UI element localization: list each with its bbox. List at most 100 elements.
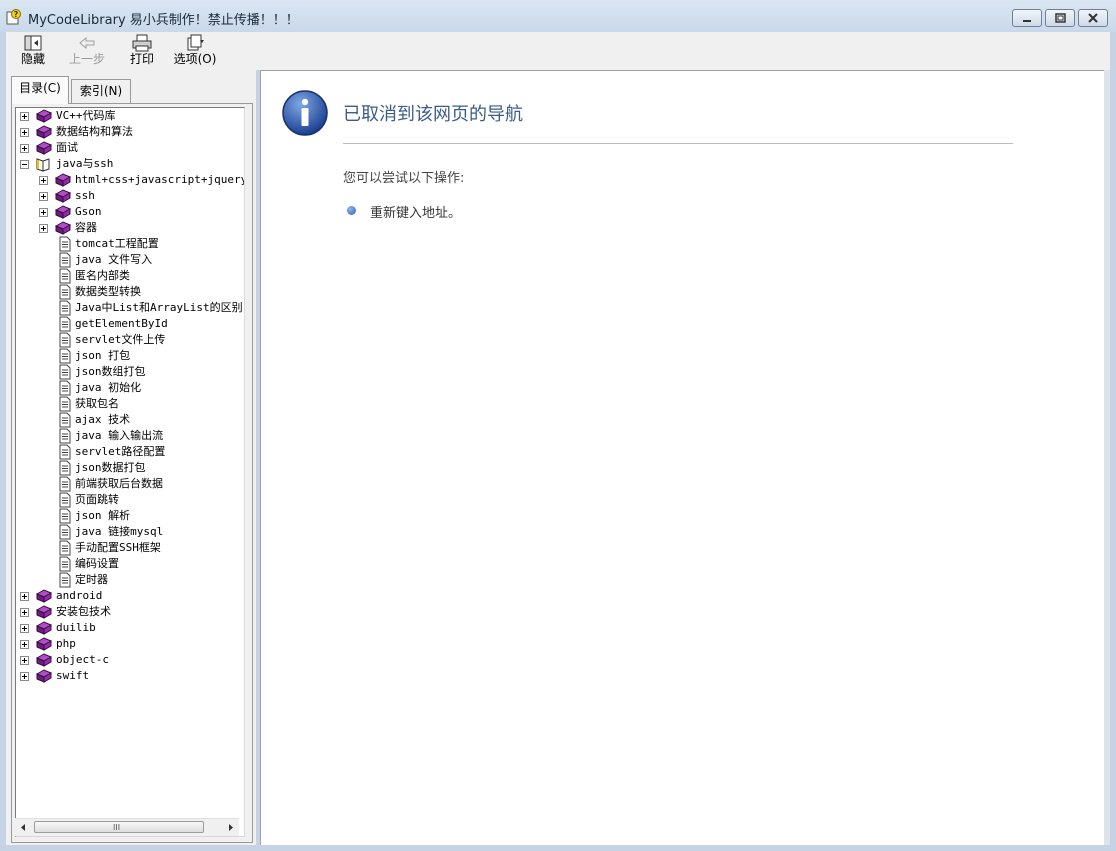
minimize-icon <box>1023 20 1031 22</box>
tree-item-label: java 初始化 <box>75 381 142 394</box>
page-icon <box>59 524 71 540</box>
book-closed-icon <box>35 589 53 603</box>
page-icon <box>59 428 71 444</box>
book-closed-icon <box>35 621 53 635</box>
tree-item-label: 面试 <box>56 141 78 154</box>
page-title: 已取消到该网页的导航 <box>343 104 523 125</box>
expand-icon[interactable] <box>20 112 29 121</box>
tree-item-label: servlet文件上传 <box>75 333 166 346</box>
back-arrow-icon <box>79 36 95 50</box>
tab-contents[interactable]: 目录(C) <box>11 76 69 104</box>
tree-item-label: 容器 <box>75 221 97 234</box>
tree-item-label: Java中List和ArrayList的区别 <box>75 301 243 314</box>
page-icon <box>59 572 71 588</box>
title-bar: ? MyCodeLibrary 易小兵制作！禁止传播！！！ <box>0 0 1116 32</box>
book-closed-icon <box>35 125 53 139</box>
suggestion-retype-address: 重新键入地址。 <box>370 206 462 221</box>
page-icon <box>59 380 71 396</box>
expand-icon[interactable] <box>20 624 29 633</box>
page-icon <box>59 348 71 364</box>
book-open-icon <box>36 158 50 172</box>
expand-icon[interactable] <box>20 592 29 601</box>
tree-item-label: json 解析 <box>75 509 131 522</box>
book-closed-icon <box>35 669 53 683</box>
book-closed-icon <box>54 221 72 235</box>
options-button[interactable]: 选项(O) <box>172 34 218 70</box>
scroll-grip: III <box>113 823 121 832</box>
tree-item-label: android <box>56 589 103 602</box>
tree-item-label: java与ssh <box>56 157 114 170</box>
scrollbar-thumb[interactable]: III <box>34 821 204 833</box>
close-button[interactable] <box>1078 9 1108 27</box>
back-label: 上一步 <box>68 52 105 66</box>
navigation-pane: 目录(C) 索引(N) VC++代码库 数据结构和算法 面试 java与ssh <box>6 70 256 845</box>
page-icon <box>59 284 71 300</box>
close-icon <box>1088 13 1098 23</box>
suggestion-intro: 您可以尝试以下操作: <box>343 171 465 186</box>
minimize-button[interactable] <box>1012 9 1042 27</box>
page-icon <box>59 412 71 428</box>
book-closed-icon <box>54 173 72 187</box>
expand-icon[interactable] <box>20 128 29 137</box>
book-closed-icon <box>35 653 53 667</box>
tree-item-label: php <box>56 637 76 650</box>
tree-item-label: Gson <box>75 205 102 218</box>
tree-item-label: java 链接mysql <box>75 525 164 538</box>
expand-icon[interactable] <box>39 208 48 217</box>
expand-icon[interactable] <box>20 608 29 617</box>
expand-icon[interactable] <box>39 192 48 201</box>
expand-icon[interactable] <box>20 672 29 681</box>
page-icon <box>59 268 71 284</box>
toolbar: 隐藏 上一步 打印 选项(O) <box>6 32 1110 70</box>
print-label: 打印 <box>129 52 154 66</box>
page-icon <box>59 300 71 316</box>
tree-item-label: VC++代码库 <box>56 109 116 122</box>
expand-icon[interactable] <box>39 224 48 233</box>
options-label: 选项(O) <box>173 52 217 66</box>
collapse-icon[interactable] <box>20 160 29 169</box>
expand-icon[interactable] <box>20 656 29 665</box>
window-title: MyCodeLibrary 易小兵制作！禁止传播！！！ <box>28 13 299 28</box>
tree-item-label: java 文件写入 <box>75 253 153 266</box>
back-button[interactable]: 上一步 <box>64 34 110 70</box>
printer-icon <box>132 34 152 52</box>
expand-icon[interactable] <box>39 176 48 185</box>
page-icon <box>59 444 71 460</box>
restore-icon <box>1055 13 1066 23</box>
scroll-right-icon[interactable] <box>222 819 239 836</box>
content-pane: 已取消到该网页的导航 您可以尝试以下操作: 重新键入地址。 <box>260 70 1104 845</box>
hide-label: 隐藏 <box>20 52 45 66</box>
scroll-left-icon[interactable] <box>15 819 32 836</box>
tree-item-label: json数据打包 <box>75 461 146 474</box>
print-button[interactable]: 打印 <box>119 34 165 70</box>
book-closed-icon <box>54 189 72 203</box>
tree-item-label: servlet路径配置 <box>75 445 166 458</box>
tree-item-label: 数据结构和算法 <box>56 125 133 138</box>
page-icon <box>59 460 71 476</box>
tree-item-label: 匿名内部类 <box>75 269 130 282</box>
tree-item-label: 手动配置SSH框架 <box>75 541 161 554</box>
info-icon <box>282 90 328 136</box>
expand-icon[interactable] <box>20 144 29 153</box>
page-icon <box>59 364 71 380</box>
page-icon <box>59 476 71 492</box>
page-icon <box>59 332 71 348</box>
tree-item-label: tomcat工程配置 <box>75 237 159 250</box>
tree-item-label: java 输入输出流 <box>75 429 164 442</box>
page-icon <box>59 508 71 524</box>
tree-item-label: 前端获取后台数据 <box>75 477 163 490</box>
tree-item-label: 定时器 <box>75 573 108 586</box>
tab-index[interactable]: 索引(N) <box>71 79 131 103</box>
content-right-edge <box>1104 70 1110 845</box>
tree-item-label: swift <box>56 669 90 682</box>
horizontal-scrollbar[interactable]: III <box>15 818 239 836</box>
page-icon <box>59 556 71 572</box>
book-closed-icon <box>54 205 72 219</box>
hide-button[interactable]: 隐藏 <box>10 34 56 70</box>
expand-icon[interactable] <box>20 640 29 649</box>
restore-button[interactable] <box>1045 9 1075 27</box>
tree-item-label: json 打包 <box>75 349 131 362</box>
tree-item-label: 数据类型转换 <box>75 285 141 298</box>
tree-item-label: duilib <box>56 621 96 634</box>
contents-tree[interactable]: VC++代码库 数据结构和算法 面试 java与ssh html+css+jav… <box>15 107 245 837</box>
